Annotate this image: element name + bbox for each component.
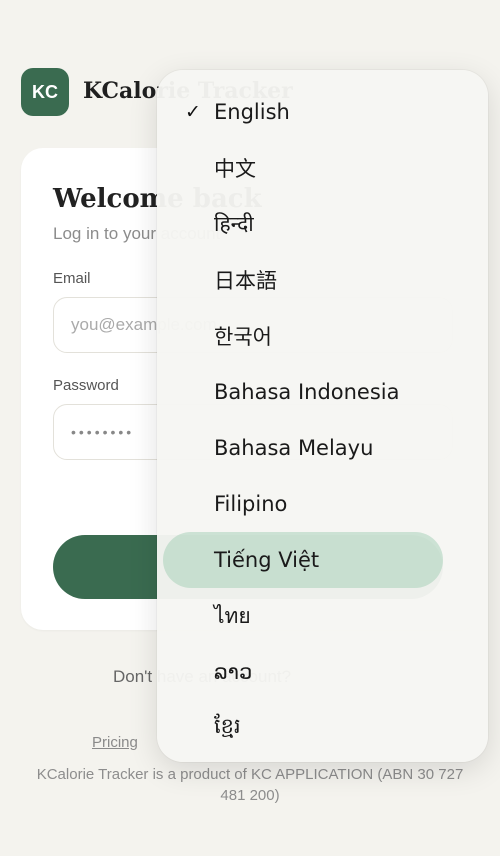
language-option-label: English xyxy=(214,100,290,124)
language-option-thai[interactable]: ไทย xyxy=(157,588,488,644)
language-option-label: Filipino xyxy=(214,492,288,516)
language-menu: ✓ English 中文 हिन्दी 日本語 한국어 Bahasa Indon… xyxy=(157,70,488,762)
language-option-label: ไทย xyxy=(214,603,251,628)
language-option-label: ខ្មែរ xyxy=(214,713,241,738)
language-option-korean[interactable]: 한국어 xyxy=(157,308,488,364)
password-label: Password xyxy=(53,377,119,394)
language-option-label: हिन्दी xyxy=(214,212,254,236)
language-option-label: Bahasa Melayu xyxy=(214,436,374,460)
app-logo: KC xyxy=(21,68,69,116)
language-option-label: ລາວ xyxy=(214,660,253,684)
language-option-label: Tiếng Việt xyxy=(214,548,320,572)
checkmark-icon: ✓ xyxy=(185,101,201,123)
language-option-label: 中文 xyxy=(214,157,256,181)
language-option-label: 한국어 xyxy=(214,325,272,349)
password-value: •••••••• xyxy=(71,424,135,440)
language-option-hindi[interactable]: हिन्दी xyxy=(157,196,488,252)
language-option-chinese[interactable]: 中文 xyxy=(157,140,488,196)
language-option-malay[interactable]: Bahasa Melayu xyxy=(157,420,488,476)
language-option-lao[interactable]: ລາວ xyxy=(157,644,488,700)
language-option-indonesian[interactable]: Bahasa Indonesia xyxy=(157,364,488,420)
language-option-japanese[interactable]: 日本語 xyxy=(157,252,488,308)
language-option-khmer[interactable]: ខ្មែរ xyxy=(157,700,488,756)
footer-text: KCalorie Tracker is a product of KC APPL… xyxy=(36,766,464,804)
language-option-english[interactable]: ✓ English xyxy=(157,84,488,140)
language-option-label: 日本語 xyxy=(214,269,277,293)
language-option-filipino[interactable]: Filipino xyxy=(157,476,488,532)
language-option-vietnamese[interactable]: Tiếng Việt xyxy=(157,532,488,588)
language-option-label: Bahasa Indonesia xyxy=(214,380,400,404)
pricing-link[interactable]: Pricing xyxy=(92,734,138,751)
email-label: Email xyxy=(53,270,91,287)
